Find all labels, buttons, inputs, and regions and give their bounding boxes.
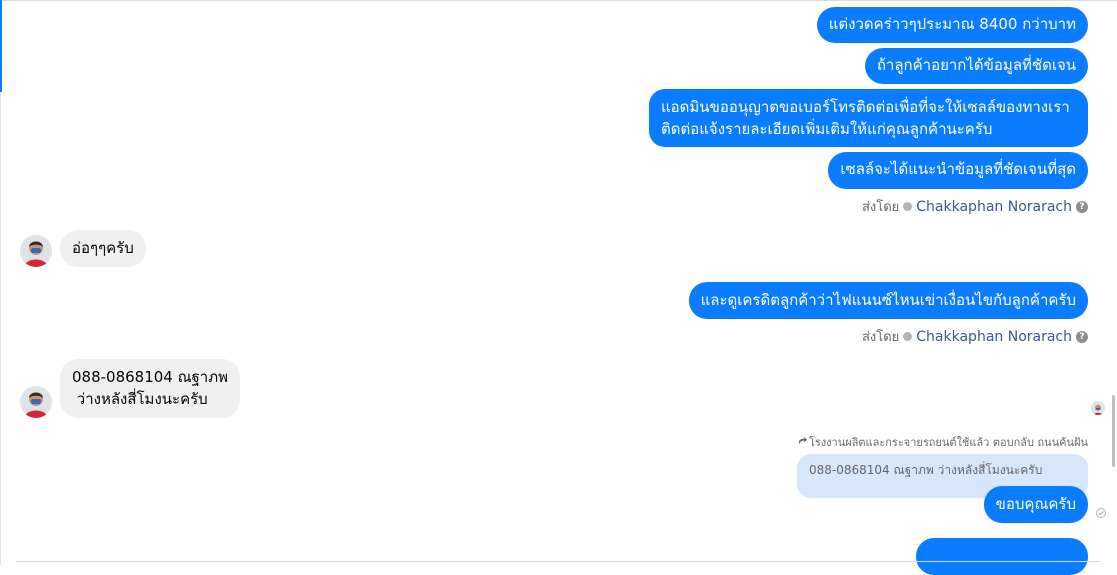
quoted-text: 088-0868104 ณฐาภพ ว่างหลังสี่โมงนะครับ	[809, 463, 1043, 477]
reply-header-text: โรงงานผลิตและกระจายรถยนต์ใช้แล้ว ตอบกลับ…	[808, 436, 1088, 449]
message-text: แต่งวดคร่าวๆประมาณ 8400 กว่าบาท	[828, 15, 1076, 33]
outgoing-message-bubble[interactable]: ถ้าลูกค้าอยากได้ข้อมูลที่ชัดเจน	[864, 48, 1088, 84]
sender-name[interactable]: Chakkaphan Norarach	[916, 329, 1072, 345]
scrollbar[interactable]	[1112, 395, 1115, 467]
verified-badge-icon	[903, 332, 913, 341]
message-text: ขอบคุณครับ	[995, 495, 1076, 513]
incoming-message-bubble[interactable]: 088-0868104 ณฐาภพ ว่างหลังสี่โมงนะครับ	[60, 359, 241, 418]
sent-by-prefix: ส่งโดย	[861, 330, 900, 345]
message-text-line: 088-0868104 ณฐาภพ	[72, 368, 229, 386]
help-icon[interactable]: ?	[1076, 330, 1088, 343]
seen-check-icon	[1096, 508, 1106, 518]
outgoing-message-bubble[interactable]: เซลล์จะได้แนะนำข้อมูลที่ชัดเจนที่สุด	[828, 152, 1088, 189]
outgoing-message-bubble[interactable]: และดูเครดิตลูกค้าว่าไฟแนนซ์ไหนเข่าเงื่อน…	[688, 282, 1088, 319]
message-text: ถ้าลูกค้าอยากได้ข้อมูลที่ชัดเจน	[876, 56, 1076, 74]
message-text-line: แอดมินขออนุญาตขอเบอร์โทรติดต่อเพื่อที่จะ…	[661, 98, 1070, 116]
message-text: และดูเครดิตลูกค้าว่าไฟแนนซ์ไหนเข่าเงื่อน…	[700, 291, 1076, 309]
outgoing-message-bubble[interactable]: แอดมินขออนุญาตขอเบอร์โทรติดต่อเพื่อที่จะ…	[649, 89, 1088, 147]
window-top-border	[0, 0, 1117, 1]
sender-name[interactable]: Chakkaphan Norarach	[916, 199, 1072, 215]
read-receipt-avatar	[1091, 401, 1105, 415]
verified-badge-icon	[903, 202, 913, 211]
outgoing-message-bubble-partial[interactable]	[916, 538, 1088, 575]
reply-arrow-icon	[798, 436, 807, 449]
window-left-accent	[0, 0, 2, 92]
user-avatar[interactable]	[20, 386, 52, 418]
incoming-message-bubble[interactable]: อ่อๆๆครับ	[60, 230, 146, 267]
outgoing-message-bubble[interactable]: ขอบคุณครับ	[983, 486, 1088, 523]
window-left-border	[0, 92, 1, 565]
outgoing-message-bubble[interactable]: แต่งวดคร่าวๆประมาณ 8400 กว่าบาท	[816, 7, 1088, 43]
message-text-line: ว่างหลังสี่โมงนะครับ	[72, 390, 208, 408]
message-text: เซลล์จะได้แนะนำข้อมูลที่ชัดเจนที่สุด	[840, 160, 1076, 178]
composer-border	[16, 561, 1100, 566]
help-icon[interactable]: ?	[1076, 200, 1088, 213]
sent-by-prefix: ส่งโดย	[861, 200, 900, 215]
message-text: อ่อๆๆครับ	[72, 239, 134, 257]
sent-by-label: ส่งโดย Chakkaphan Norarach ?	[862, 326, 1088, 347]
reply-header: โรงงานผลิตและกระจายรถยนต์ใช้แล้ว ตอบกลับ…	[798, 433, 1088, 451]
sent-by-label: ส่งโดย Chakkaphan Norarach ?	[862, 196, 1088, 217]
user-avatar[interactable]	[20, 235, 52, 267]
message-text-line: ติดต่อแจ้งรายละเอียดเพิ่มเติมให้แก่คุณลู…	[661, 120, 993, 138]
